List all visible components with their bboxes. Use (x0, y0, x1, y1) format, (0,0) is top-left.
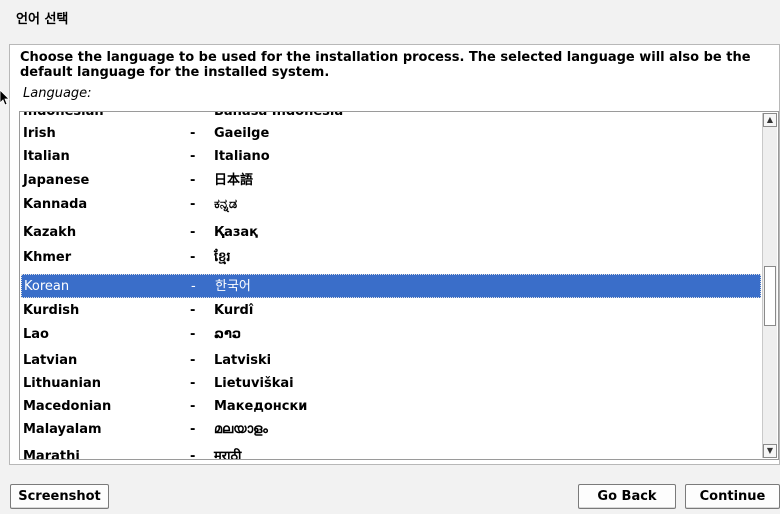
language-option[interactable]: Kazakh - Қазақ (20, 221, 760, 245)
list-scrollbar[interactable]: ▲ ▼ (762, 113, 777, 458)
language-name: Japanese (23, 173, 90, 188)
language-name: Irish (23, 126, 56, 141)
scrollbar-thumb[interactable] (764, 266, 776, 326)
language-native-name: Lietuviškai (214, 376, 294, 391)
language-name: Italian (23, 149, 70, 164)
scroll-down-arrow-icon[interactable]: ▼ (763, 444, 777, 458)
language-name: Korean (24, 279, 70, 294)
language-name: Khmer (23, 250, 72, 265)
continue-button[interactable]: Continue (685, 484, 780, 509)
language-native-name: ಕನ್ನಡ (214, 197, 238, 212)
language-name: Lithuanian (23, 376, 101, 391)
language-name: Macedonian (23, 399, 112, 414)
separator: - (190, 422, 196, 437)
language-option[interactable]: Italian - Italiano (20, 145, 760, 169)
language-name: Latvian (23, 353, 78, 368)
language-native-name: മലയാളം (214, 422, 268, 437)
language-native-name: Македонски (214, 399, 308, 414)
separator: - (191, 279, 196, 294)
language-native-name: ខ្មែរ (214, 250, 231, 265)
language-native-name: मराठी (214, 449, 242, 460)
window-title: 언어 선택 (16, 12, 69, 27)
language-name: Malayalam (23, 422, 102, 437)
separator: - (190, 197, 196, 212)
language-listbox[interactable]: Indonesian - Bahasa Indonesia Irish - Gaeilge… (19, 111, 779, 460)
separator: - (190, 173, 196, 188)
description-text: Choose the language to be used for the i… (20, 50, 751, 80)
language-option[interactable]: Latvian - Latviski (20, 349, 760, 373)
separator: - (190, 250, 196, 265)
language-native-name: Kurdî (214, 303, 254, 318)
language-native-name: ລາວ (214, 327, 242, 342)
language-name: Lao (23, 327, 49, 342)
language-native-name: 한국어 (215, 279, 251, 294)
language-native-name: Latviski (214, 353, 272, 368)
language-option[interactable]: Irish - Gaeilge (20, 122, 760, 146)
language-name: Kannada (23, 197, 88, 212)
separator: - (190, 225, 196, 240)
separator: - (190, 327, 196, 342)
separator: - (190, 376, 196, 391)
separator: - (190, 353, 196, 368)
language-option[interactable]: Macedonian - Македонски (20, 395, 760, 419)
separator: - (190, 399, 196, 414)
language-option[interactable]: Lao - ລາວ (20, 323, 760, 347)
separator: - (190, 303, 196, 318)
language-option[interactable]: Marathi - मराठी (20, 445, 760, 460)
language-native-name: Italiano (214, 149, 270, 164)
language-name: Kazakh (23, 225, 77, 240)
language-panel: Choose the language to be used for the i… (9, 44, 780, 465)
language-option[interactable]: Kurdish - Kurdî (20, 299, 760, 323)
separator: - (190, 126, 196, 141)
go-back-button[interactable]: Go Back (578, 484, 676, 509)
language-name: Marathi (23, 449, 80, 460)
language-native-name: 日本語 (214, 173, 254, 188)
screenshot-button[interactable]: Screenshot (10, 484, 109, 509)
mouse-pointer-icon (0, 90, 10, 106)
separator: - (190, 149, 196, 164)
language-option[interactable]: Khmer - ខ្មែរ (20, 246, 760, 270)
language-option[interactable]: Kannada - ಕನ್ನಡ (20, 193, 760, 217)
language-option[interactable]: Korean - 한국어 (21, 274, 761, 298)
language-native-name: Қазақ (214, 225, 258, 240)
language-name: Kurdish (23, 303, 80, 318)
language-label: Language: (23, 86, 92, 101)
language-option[interactable]: Lithuanian - Lietuviškai (20, 372, 760, 396)
scroll-up-arrow-icon[interactable]: ▲ (763, 113, 777, 127)
language-native-name: Gaeilge (214, 126, 270, 141)
language-option[interactable]: Malayalam - മലയാളം (20, 418, 760, 442)
language-option[interactable]: Japanese - 日本語 (20, 169, 760, 193)
separator: - (190, 449, 196, 460)
